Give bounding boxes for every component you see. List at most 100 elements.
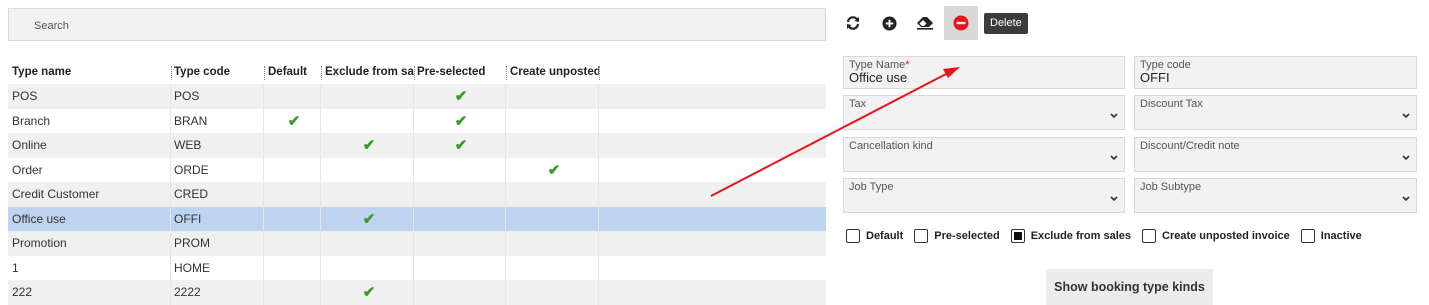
table-row[interactable]: 222 2222 ✔ — [8, 280, 826, 305]
table-row[interactable]: Online WEB ✔ ✔ — [8, 133, 826, 158]
chevron-down-icon — [1402, 196, 1410, 202]
exclude-cell — [321, 108, 414, 133]
checkbox-exclude-from-sales[interactable]: Exclude from sales — [1010, 229, 1131, 243]
discount-credit-note-select[interactable]: Discount/Credit note — [1134, 137, 1417, 172]
search-input[interactable] — [9, 9, 825, 40]
job-subtype-select[interactable]: Job Subtype — [1134, 178, 1417, 213]
checkmark-icon: ✔ — [454, 112, 468, 130]
type-name-cell: Branch — [8, 108, 171, 133]
column-header-filler — [599, 60, 826, 84]
checkmark-icon: ✔ — [362, 137, 376, 155]
unposted-cell — [506, 255, 599, 280]
discount-tax-select[interactable]: Discount Tax — [1134, 95, 1417, 130]
type-code-field[interactable]: Type code OFFI — [1134, 56, 1417, 89]
tax-label: Tax — [849, 98, 867, 110]
unposted-cell — [506, 84, 599, 109]
table-row[interactable]: 1 HOME — [8, 255, 826, 280]
type-name-cell: Credit Customer — [8, 182, 171, 207]
clear-button[interactable] — [908, 6, 942, 40]
grid-body: POS POS ✔ Branch BRAN ✔ ✔ Online WEB ✔ ✔ Order ORDE ✔… — [8, 84, 826, 305]
preselected-cell: ✔ — [414, 84, 506, 109]
remove-button[interactable] — [944, 6, 978, 40]
type-name-cell: 222 — [8, 280, 171, 305]
preselected-cell — [414, 255, 506, 280]
checkbox-box[interactable] — [1142, 229, 1156, 243]
column-header-exclude-from-sales[interactable]: Exclude from sale — [321, 60, 414, 84]
cancellation-kind-label: Cancellation kind — [849, 140, 933, 152]
exclude-cell — [321, 182, 414, 207]
type-code-value: OFFI — [1140, 70, 1170, 85]
chevron-down-icon — [1402, 113, 1410, 119]
unposted-cell: ✔ — [506, 157, 599, 182]
exclude-cell — [321, 84, 414, 109]
discount-tax-label: Discount Tax — [1140, 98, 1203, 110]
type-name-field[interactable]: Type Name* Office use — [843, 56, 1125, 89]
grid-header: Type name Type code Default Exclude from… — [8, 60, 826, 84]
type-code-cell: BRAN — [171, 108, 264, 133]
table-row[interactable]: Order ORDE ✔ — [8, 157, 826, 183]
add-icon — [881, 15, 897, 31]
column-header-default[interactable]: Default — [264, 60, 321, 84]
checkbox-box[interactable] — [1300, 229, 1315, 243]
default-cell — [264, 231, 321, 256]
filler-cell — [599, 109, 826, 134]
column-header-type-name[interactable]: Type name — [8, 60, 171, 84]
checkmark-icon: ✔ — [547, 161, 561, 179]
unposted-cell — [506, 206, 599, 231]
type-code-cell: POS — [171, 84, 264, 109]
checkmark-icon: ✔ — [287, 112, 301, 130]
checkbox-inactive[interactable]: Inactive — [1300, 229, 1362, 243]
type-code-cell: WEB — [171, 133, 264, 158]
checkbox-box[interactable] — [846, 229, 860, 243]
column-header-pre-selected[interactable]: Pre-selected — [414, 60, 506, 84]
type-name-cell: Office use — [8, 206, 171, 231]
unposted-cell — [506, 133, 599, 158]
type-code-cell: PROM — [171, 231, 264, 256]
table-row[interactable]: Credit Customer CRED — [8, 182, 826, 207]
type-code-cell: ORDE — [171, 157, 264, 182]
toolbar: Delete — [836, 6, 1028, 40]
unposted-cell — [506, 182, 599, 207]
table-row[interactable]: Branch BRAN ✔ ✔ — [8, 108, 826, 134]
exclude-cell: ✔ — [321, 133, 414, 158]
checkmark-icon: ✔ — [362, 284, 376, 302]
exclude-cell — [321, 255, 414, 280]
checkbox-pre-selected[interactable]: Pre-selected — [914, 229, 1000, 243]
unposted-cell — [506, 280, 599, 305]
job-type-select[interactable]: Job Type — [843, 178, 1125, 213]
table-row[interactable]: Promotion PROM — [8, 231, 826, 256]
checkbox-label: Default — [866, 230, 904, 242]
delete-button[interactable]: Delete — [984, 12, 1028, 34]
filler-cell — [599, 158, 826, 183]
default-cell — [264, 133, 321, 158]
filler-cell — [599, 182, 826, 207]
checkbox-box[interactable] — [1010, 229, 1025, 243]
type-code-cell: CRED — [171, 182, 264, 207]
checkbox-box[interactable] — [914, 229, 929, 243]
type-name-value: Office use — [849, 70, 908, 85]
default-cell — [264, 157, 321, 182]
job-subtype-label: Job Subtype — [1140, 181, 1202, 193]
checkbox-label: Pre-selected — [934, 230, 1000, 242]
table-row[interactable]: POS POS ✔ — [8, 84, 826, 109]
table-row[interactable]: Office use OFFI ✔ — [8, 206, 826, 232]
refresh-button[interactable] — [836, 6, 870, 40]
default-cell — [264, 182, 321, 207]
preselected-cell — [414, 231, 506, 256]
unposted-cell — [506, 231, 599, 256]
show-booking-type-kinds-button[interactable]: Show booking type kinds — [1046, 269, 1213, 305]
type-name-cell: Online — [8, 133, 171, 158]
filler-cell — [599, 207, 826, 232]
tax-select[interactable]: Tax — [843, 95, 1125, 130]
chevron-down-icon — [1110, 196, 1118, 202]
add-button[interactable] — [872, 6, 906, 40]
chevron-down-icon — [1402, 155, 1410, 161]
search-box[interactable] — [8, 8, 826, 41]
column-header-create-unposted[interactable]: Create unposted i — [506, 60, 599, 84]
checkbox-default[interactable]: Default — [846, 229, 903, 243]
cancellation-kind-select[interactable]: Cancellation kind — [843, 137, 1125, 172]
column-header-type-code[interactable]: Type code — [171, 60, 264, 84]
checkbox-create-unposted-invoice[interactable]: Create unposted invoice — [1142, 229, 1290, 243]
default-cell — [264, 206, 321, 231]
option-checkboxes: Default Pre-selected Exclude from sales Cre… — [846, 229, 1373, 243]
